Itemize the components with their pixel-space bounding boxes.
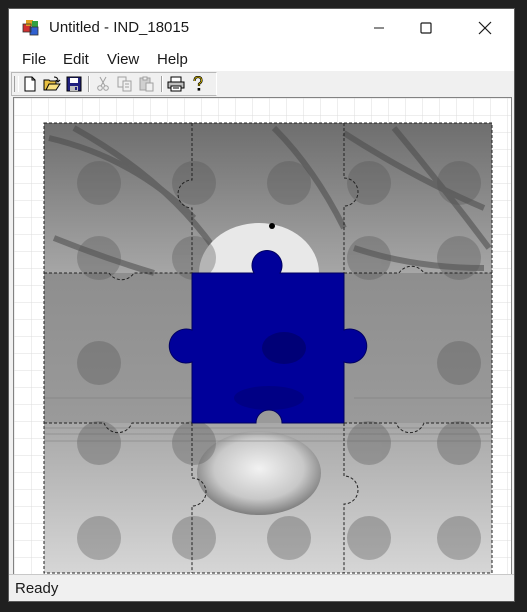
puzzle-app-icon [22,20,39,36]
status-bar: Ready [9,574,514,601]
print-button[interactable] [166,75,186,93]
menu-file[interactable]: File [22,51,46,68]
close-button[interactable] [462,9,508,47]
puzzle-board[interactable] [43,122,493,574]
close-icon [478,21,492,35]
window-title: Untitled - IND_18015 [49,19,190,36]
maximize-icon [420,22,432,34]
menu-view[interactable]: View [107,51,139,68]
status-text: Ready [15,580,59,597]
save-button[interactable] [64,75,84,93]
selected-puzzle-piece[interactable] [168,250,368,424]
open-button[interactable] [42,75,62,93]
paste-icon [139,76,154,92]
new-button[interactable] [20,75,40,93]
maximize-button[interactable] [403,9,449,47]
menu-edit[interactable]: Edit [63,51,89,68]
open-folder-icon [43,76,61,91]
puzzle-canvas[interactable] [14,98,511,575]
paste-button[interactable] [137,75,157,93]
toolbar-separator [88,76,90,92]
save-disk-icon [66,76,82,92]
minimize-icon [374,27,384,29]
help-question-icon [193,76,203,91]
cut-button[interactable] [93,75,113,93]
title-bar[interactable]: Untitled - IND_18015 [9,9,514,47]
puzzle-artifact-mark [269,223,275,229]
help-button[interactable] [188,75,208,93]
toolbar [11,72,217,96]
new-document-icon [24,76,36,92]
toolbar-separator [161,76,163,92]
print-icon [167,76,185,92]
puzzle-canvas-area[interactable] [13,97,512,576]
app-window: Untitled - IND_18015 File Edit View Help [8,8,515,602]
copy-button[interactable] [115,75,135,93]
cut-scissors-icon [97,76,109,91]
menu-bar: File Edit View Help [9,47,514,71]
minimize-button[interactable] [356,9,402,47]
menu-help[interactable]: Help [157,51,188,68]
toolbar-grip[interactable] [14,76,19,92]
copy-icon [117,76,132,92]
